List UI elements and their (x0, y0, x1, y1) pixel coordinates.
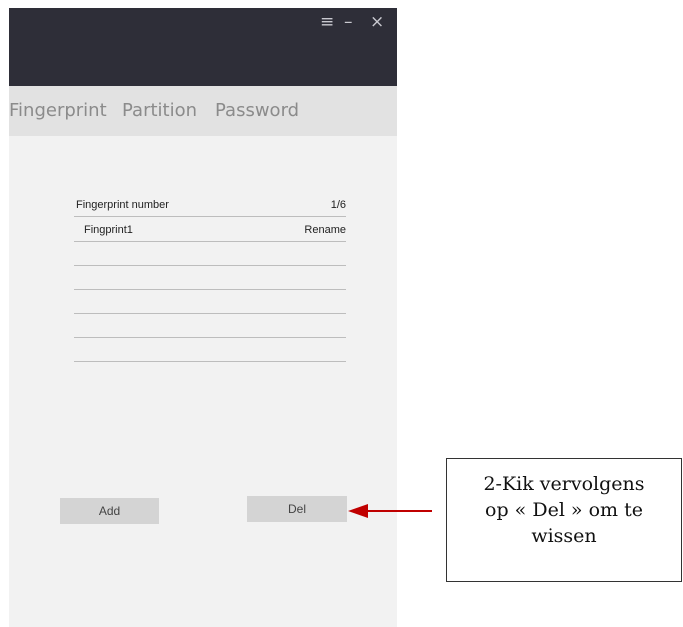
callout-line: wissen (531, 525, 597, 547)
fingerprint-panel: Fingerprint number 1/6 Fingprint1 Rename (9, 136, 397, 627)
instruction-callout: 2-Kik vervolgens op « Del » om te wissen (446, 458, 682, 582)
fingerprint-count: 1/6 (330, 199, 346, 211)
rename-link[interactable]: Rename (304, 224, 346, 236)
empty-list-row (74, 242, 346, 266)
close-icon[interactable]: × (370, 12, 384, 32)
tab-password[interactable]: Password (215, 100, 299, 121)
callout-line: 2-Kik vervolgens (483, 473, 645, 495)
del-button[interactable]: Del (247, 496, 347, 522)
tab-partition[interactable]: Partition (122, 100, 197, 121)
tab-bar: Fingerprint Partition Password (9, 86, 397, 136)
callout-line: op « Del » om te (485, 499, 643, 521)
list-header: Fingerprint number 1/6 (74, 192, 346, 217)
empty-list-row (74, 266, 346, 290)
empty-list-row (74, 314, 346, 338)
empty-list-row (74, 290, 346, 314)
empty-list-row (74, 338, 346, 362)
fingerprint-app-window: ≡ – × Fingerprint Partition Password Fin… (9, 8, 397, 627)
minimize-icon[interactable]: – (344, 12, 353, 32)
red-arrow-icon (348, 504, 432, 518)
tab-fingerprint[interactable]: Fingerprint (9, 100, 107, 121)
list-item[interactable]: Fingprint1 Rename (74, 217, 346, 242)
add-button[interactable]: Add (60, 498, 159, 524)
title-bar: ≡ – × (9, 8, 397, 86)
fingerprint-name: Fingprint1 (84, 224, 133, 236)
menu-icon[interactable]: ≡ (320, 12, 334, 32)
fingerprint-list: Fingerprint number 1/6 Fingprint1 Rename (74, 192, 346, 362)
fingerprint-number-label: Fingerprint number (76, 199, 169, 211)
